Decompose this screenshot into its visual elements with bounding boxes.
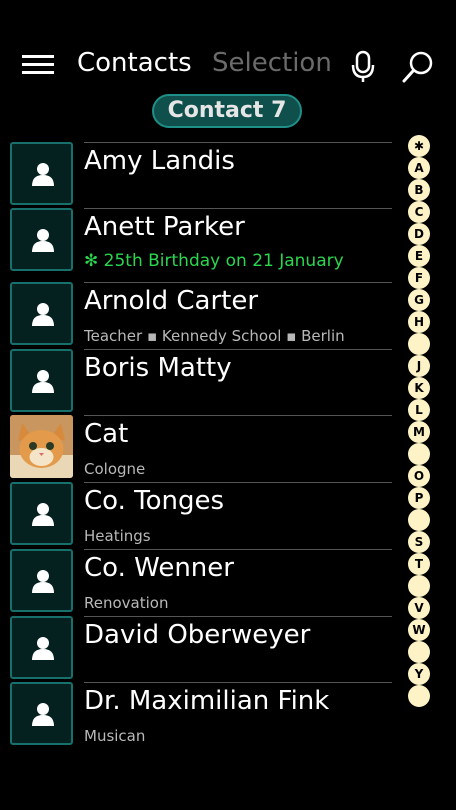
person-avatar[interactable] <box>10 349 73 412</box>
contact-name: Boris Matty <box>84 353 232 383</box>
contact-name: Co. Wenner <box>84 553 234 583</box>
contact-row[interactable]: Co. Tonges Heatings <box>0 480 400 546</box>
index-letter[interactable]: ✱ <box>408 135 430 157</box>
contact-row[interactable]: Anett Parker ✻ 25th Birthday on 21 Januar… <box>0 206 400 272</box>
index-letter[interactable] <box>408 575 430 597</box>
tab-selection[interactable]: Selection <box>212 48 332 78</box>
row-divider <box>84 415 392 416</box>
person-avatar[interactable] <box>10 142 73 205</box>
search-icon[interactable] <box>400 50 436 84</box>
person-avatar[interactable] <box>10 208 73 271</box>
contact-row[interactable]: Arnold Carter Teacher ▪ Kennedy School ▪ … <box>0 280 400 346</box>
contact-row[interactable]: Co. Wenner Renovation <box>0 547 400 613</box>
index-letter[interactable]: T <box>408 553 430 575</box>
contacts-app: Contacts Selection Contact 7 Amy Landis A… <box>0 0 456 810</box>
contact-row[interactable]: Cat Cologne <box>0 413 400 479</box>
contact-detail: Musican <box>84 727 146 745</box>
index-letter[interactable]: B <box>408 179 430 201</box>
index-letter[interactable]: C <box>408 201 430 223</box>
contact-name: Cat <box>84 419 129 449</box>
contact-name: Anett Parker <box>84 212 245 242</box>
row-divider <box>84 282 392 283</box>
contact-count-badge: Contact 7 <box>152 94 302 128</box>
person-icon <box>32 229 54 252</box>
index-letter[interactable] <box>408 443 430 465</box>
index-letter[interactable] <box>408 333 430 355</box>
contact-row[interactable]: Boris Matty <box>0 347 400 413</box>
index-letter[interactable] <box>408 685 430 707</box>
index-letter[interactable]: L <box>408 399 430 421</box>
index-letter[interactable] <box>408 509 430 531</box>
person-avatar[interactable] <box>10 482 73 545</box>
index-letter[interactable]: S <box>408 531 430 553</box>
contact-name: Arnold Carter <box>84 286 259 316</box>
row-divider <box>84 142 392 143</box>
person-icon <box>32 370 54 393</box>
hamburger-menu-icon[interactable] <box>22 55 54 75</box>
row-divider <box>84 616 392 617</box>
contact-row[interactable]: David Oberweyer <box>0 614 400 680</box>
contact-detail: Teacher ▪ Kennedy School ▪ Berlin <box>84 327 345 345</box>
person-icon <box>32 503 54 526</box>
row-divider <box>84 349 392 350</box>
person-avatar[interactable] <box>10 549 73 612</box>
index-letter[interactable]: A <box>408 157 430 179</box>
contact-row[interactable]: Amy Landis <box>0 140 400 206</box>
person-avatar[interactable] <box>10 282 73 345</box>
contact-detail: Renovation <box>84 594 169 612</box>
contact-name: David Oberweyer <box>84 620 311 650</box>
index-letter[interactable]: Y <box>408 663 430 685</box>
row-divider <box>84 682 392 683</box>
tab-contacts[interactable]: Contacts <box>77 48 192 78</box>
index-letter[interactable]: J <box>408 355 430 377</box>
microphone-icon[interactable] <box>348 50 378 84</box>
contact-name: Amy Landis <box>84 146 235 176</box>
person-avatar[interactable] <box>10 682 73 745</box>
contact-row[interactable]: Dr. Maximilian Fink Musican <box>0 680 400 746</box>
index-letter[interactable]: G <box>408 289 430 311</box>
index-letter[interactable]: W <box>408 619 430 641</box>
header: Contacts Selection <box>0 40 456 90</box>
person-icon <box>32 703 54 726</box>
person-avatar[interactable] <box>10 616 73 679</box>
contact-name: Dr. Maximilian Fink <box>84 686 330 716</box>
row-divider <box>84 208 392 209</box>
index-letter[interactable]: O <box>408 465 430 487</box>
index-letter[interactable]: M <box>408 421 430 443</box>
contact-detail: Heatings <box>84 527 151 545</box>
index-letter[interactable]: F <box>408 267 430 289</box>
index-letter[interactable]: H <box>408 311 430 333</box>
contact-name: Co. Tonges <box>84 486 225 516</box>
index-letter[interactable]: E <box>408 245 430 267</box>
cat-photo-avatar[interactable] <box>10 415 73 478</box>
person-icon <box>32 637 54 660</box>
index-letter[interactable] <box>408 641 430 663</box>
person-icon <box>32 303 54 326</box>
person-icon <box>32 570 54 593</box>
row-divider <box>84 549 392 550</box>
person-icon <box>32 163 54 186</box>
index-letter[interactable]: P <box>408 487 430 509</box>
index-letter[interactable]: D <box>408 223 430 245</box>
birthday-note: ✻ 25th Birthday on 21 January <box>84 251 344 271</box>
index-letter[interactable]: K <box>408 377 430 399</box>
contact-detail: Cologne <box>84 460 146 478</box>
row-divider <box>84 482 392 483</box>
index-letter[interactable]: V <box>408 597 430 619</box>
